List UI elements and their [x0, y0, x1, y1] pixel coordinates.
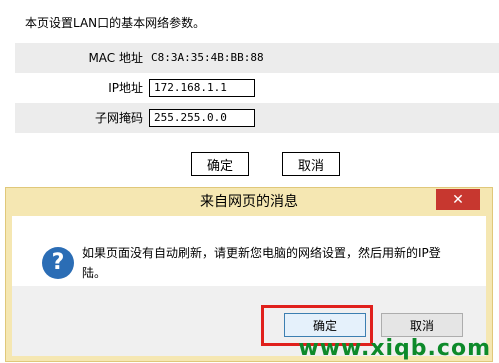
dialog-body: ? 如果页面没有自动刷新，请更新您电脑的网络设置，然后用新的IP登陆。 — [12, 216, 486, 286]
mac-value: C8:3A:35:4B:BB:88 — [151, 51, 264, 64]
watermark: www.xiqb.com — [298, 336, 491, 361]
mac-label: MAC 地址 — [88, 51, 143, 65]
close-icon: ✕ — [452, 191, 464, 207]
question-icon: ? — [42, 247, 74, 279]
subnet-mask-input[interactable]: 255.255.0.0 — [149, 109, 255, 127]
mask-label: 子网掩码 — [94, 111, 143, 125]
dialog-message: 如果页面没有自动刷新，请更新您电脑的网络设置，然后用新的IP登陆。 — [82, 246, 441, 280]
close-button[interactable]: ✕ — [436, 189, 480, 210]
mac-row: MAC 地址 C8:3A:35:4B:BB:88 — [15, 43, 499, 73]
page-ok-button[interactable]: 确定 — [191, 152, 249, 176]
page-cancel-button[interactable]: 取消 — [282, 152, 340, 176]
dialog-cancel-button[interactable]: 取消 — [381, 313, 463, 337]
ip-label: IP地址 — [108, 81, 143, 95]
mask-row: 子网掩码 255.255.0.0 — [15, 103, 499, 133]
dialog-title: 来自网页的消息 — [200, 194, 298, 210]
ip-row: IP地址 172.168.1.1 — [15, 73, 499, 103]
ip-input[interactable]: 172.168.1.1 — [149, 79, 255, 97]
page-intro: 本页设置LAN口的基本网络参数。 — [25, 16, 206, 30]
